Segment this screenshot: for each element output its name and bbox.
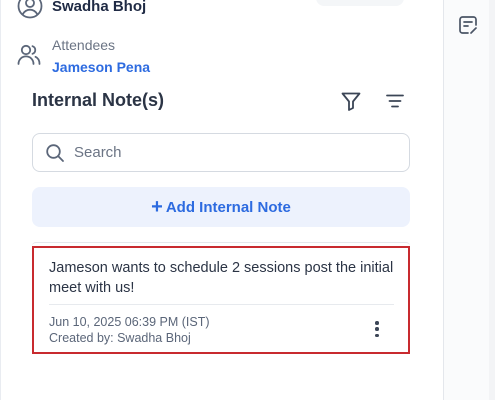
note-text: Jameson wants to schedule 2 sessions pos… [49, 260, 394, 296]
more-vertical-icon[interactable] [370, 320, 384, 338]
more-dot [375, 327, 379, 331]
more-dot [375, 333, 379, 337]
attendee-link[interactable]: Jameson Pena [52, 56, 150, 78]
attendees-row: Attendees Jameson Pena [16, 36, 150, 78]
users-icon [17, 44, 41, 65]
note-creator: Created by: Swadha Bhoj [49, 331, 191, 345]
add-internal-note-label: Add Internal Note [165, 198, 291, 216]
attendees-label: Attendees [52, 37, 116, 53]
section-title: Internal Note(s) [32, 90, 165, 110]
panel-border [0, 0, 1, 400]
attendees-info: Attendees Jameson Pena [52, 36, 150, 78]
user-circle-icon [17, 0, 43, 19]
more-dot [375, 321, 379, 325]
organizer-name: Swadha Bhoj [52, 0, 147, 15]
plus-icon: + [151, 196, 163, 218]
right-edge [489, 0, 495, 400]
note-timestamp: Jun 10, 2025 06:39 PM (IST) [49, 315, 210, 329]
organizer-row: Swadha Bhoj [16, 0, 146, 20]
sort-lines-icon[interactable] [384, 90, 406, 112]
note-card[interactable]: Jameson wants to schedule 2 sessions pos… [32, 246, 410, 354]
search-box[interactable] [32, 133, 410, 172]
search-icon [46, 143, 64, 162]
add-internal-note-button[interactable]: + Add Internal Note [32, 187, 410, 227]
note-divider [49, 304, 394, 305]
note-icon[interactable] [457, 14, 479, 36]
top-pill-button[interactable] [316, 0, 404, 6]
right-rail [444, 0, 495, 400]
filter-icon[interactable] [340, 90, 362, 112]
meeting-details-panel: Swadha Bhoj Attendees Jameson Pena Inter… [0, 0, 443, 400]
search-input[interactable] [74, 144, 394, 161]
page: Swadha Bhoj Attendees Jameson Pena Inter… [0, 0, 495, 400]
